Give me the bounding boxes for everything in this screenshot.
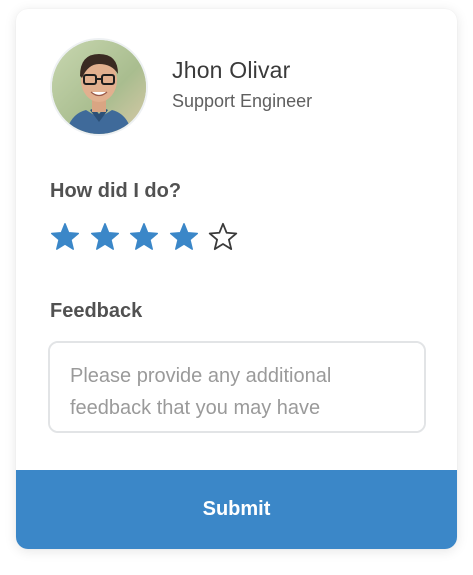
star-filled-icon[interactable] bbox=[169, 222, 199, 252]
star-filled-icon[interactable] bbox=[90, 222, 120, 252]
star-filled-icon[interactable] bbox=[129, 222, 159, 252]
feedback-label: Feedback bbox=[50, 300, 143, 322]
star-filled-icon[interactable] bbox=[50, 222, 80, 252]
star-rating[interactable] bbox=[50, 222, 248, 252]
feedback-textarea[interactable] bbox=[48, 341, 426, 433]
star-empty-icon[interactable] bbox=[208, 222, 238, 252]
agent-name: Jhon Olivar bbox=[172, 56, 291, 83]
agent-info: Jhon Olivar Support Engineer bbox=[172, 57, 312, 112]
rating-question: How did I do? bbox=[50, 180, 182, 202]
rating-card: Jhon Olivar Support Engineer How did I d… bbox=[16, 9, 457, 549]
avatar-photo bbox=[52, 40, 146, 134]
agent-role: Support Engineer bbox=[172, 90, 313, 111]
agent-profile: Jhon Olivar Support Engineer bbox=[50, 38, 312, 136]
submit-button[interactable]: Submit bbox=[16, 470, 457, 549]
avatar bbox=[50, 38, 148, 136]
